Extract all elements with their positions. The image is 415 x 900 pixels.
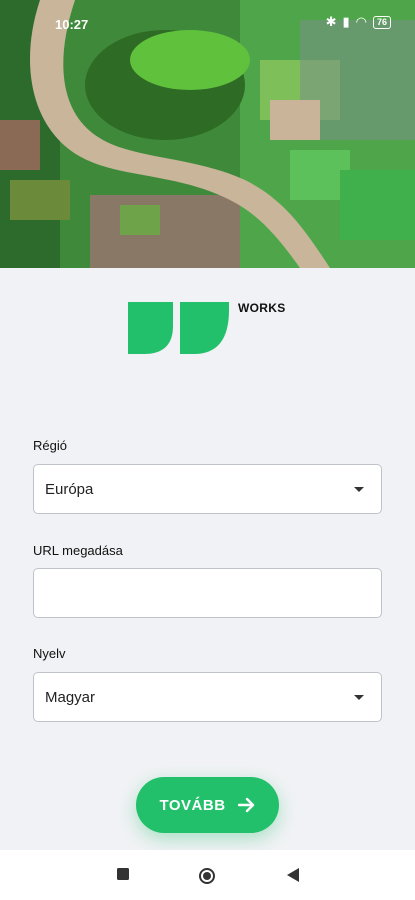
back-icon[interactable]	[286, 867, 300, 883]
region-value: Európa	[45, 481, 94, 498]
hero-aerial-image	[0, 0, 415, 268]
next-button-label: TOVÁBB	[159, 796, 226, 814]
recents-icon[interactable]	[116, 867, 130, 881]
url-input[interactable]	[33, 568, 382, 618]
battery-icon: 76	[372, 15, 391, 29]
home-icon[interactable]	[198, 867, 216, 885]
language-select[interactable]: Magyar	[33, 672, 382, 722]
language-value: Magyar	[45, 689, 96, 706]
brand-name: WORKS	[238, 301, 286, 315]
url-label: URL megadása	[33, 543, 123, 558]
android-nav-bar	[0, 850, 415, 900]
wifi-icon: ◠	[355, 14, 367, 29]
status-time: 10:27	[55, 17, 89, 32]
bluetooth-icon: ✱	[325, 14, 337, 29]
arrow-right-icon	[237, 797, 254, 813]
next-button[interactable]: TOVÁBB	[136, 777, 279, 833]
language-label: Nyelv	[33, 646, 66, 661]
status-icons: ✱ ▮ ◠ 76	[326, 14, 391, 30]
status-bar: 10:27 ✱ ▮ ◠ 76	[0, 0, 415, 40]
region-label: Régió	[33, 438, 67, 453]
region-select[interactable]: Európa	[33, 464, 382, 514]
dropdown-arrow-icon	[354, 487, 364, 492]
signal-icon: ▮	[342, 14, 350, 29]
dropdown-arrow-icon	[354, 695, 364, 700]
